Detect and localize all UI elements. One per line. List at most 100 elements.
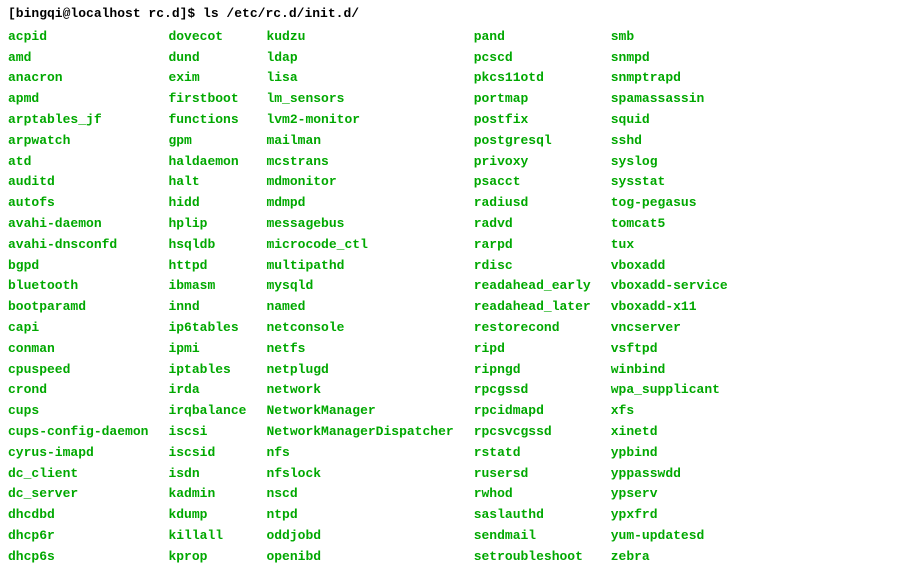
file-entry: ipmi	[168, 339, 246, 360]
file-entry: bluetooth	[8, 276, 148, 297]
file-entry: firstboot	[168, 89, 246, 110]
file-entry: radvd	[474, 214, 591, 235]
file-entry: sendmail	[474, 526, 591, 547]
file-entry: nscd	[266, 484, 453, 505]
file-entry: openibd	[266, 547, 453, 568]
file-entry: named	[266, 297, 453, 318]
file-entry: pcscd	[474, 48, 591, 69]
file-entry: rpcidmapd	[474, 401, 591, 422]
file-entry: cups	[8, 401, 148, 422]
file-entry: dhcdbd	[8, 505, 148, 526]
file-entry: functions	[168, 110, 246, 131]
file-entry: hplip	[168, 214, 246, 235]
file-entry: saslauthd	[474, 505, 591, 526]
file-entry: iscsid	[168, 443, 246, 464]
file-entry: vboxadd-x11	[611, 297, 728, 318]
file-entry: crond	[8, 380, 148, 401]
file-entry: avahi-daemon	[8, 214, 148, 235]
file-entry: autofs	[8, 193, 148, 214]
file-entry: ibmasm	[168, 276, 246, 297]
file-entry: ripngd	[474, 360, 591, 381]
file-entry: yppasswdd	[611, 464, 728, 485]
file-entry: messagebus	[266, 214, 453, 235]
file-entry: ypxfrd	[611, 505, 728, 526]
file-entry: dund	[168, 48, 246, 69]
file-entry: radiusd	[474, 193, 591, 214]
file-entry: smb	[611, 27, 728, 48]
file-entry: spamassassin	[611, 89, 728, 110]
file-entry: winbind	[611, 360, 728, 381]
file-entry: ripd	[474, 339, 591, 360]
file-entry: killall	[168, 526, 246, 547]
file-entry: arptables_jf	[8, 110, 148, 131]
file-entry: iptables	[168, 360, 246, 381]
file-entry: rpcgssd	[474, 380, 591, 401]
directory-listing: acpidamdanacronapmdarptables_jfarpwatcha…	[8, 27, 906, 568]
file-entry: rpcsvcgssd	[474, 422, 591, 443]
listing-column-0: acpidamdanacronapmdarptables_jfarpwatcha…	[8, 27, 168, 568]
file-entry: lm_sensors	[266, 89, 453, 110]
file-entry: ntpd	[266, 505, 453, 526]
file-entry: squid	[611, 110, 728, 131]
file-entry: bootparamd	[8, 297, 148, 318]
file-entry: vncserver	[611, 318, 728, 339]
file-entry: tux	[611, 235, 728, 256]
file-entry: mailman	[266, 131, 453, 152]
file-entry: pand	[474, 27, 591, 48]
file-entry: haldaemon	[168, 152, 246, 173]
file-entry: exim	[168, 68, 246, 89]
file-entry: mysqld	[266, 276, 453, 297]
file-entry: kdump	[168, 505, 246, 526]
file-entry: mdmonitor	[266, 172, 453, 193]
shell-prompt: [bingqi@localhost rc.d]$ ls /etc/rc.d/in…	[8, 4, 906, 25]
file-entry: yum-updatesd	[611, 526, 728, 547]
file-entry: auditd	[8, 172, 148, 193]
file-entry: cpuspeed	[8, 360, 148, 381]
file-entry: netconsole	[266, 318, 453, 339]
file-entry: readahead_later	[474, 297, 591, 318]
file-entry: oddjobd	[266, 526, 453, 547]
file-entry: amd	[8, 48, 148, 69]
file-entry: innd	[168, 297, 246, 318]
file-entry: network	[266, 380, 453, 401]
file-entry: sshd	[611, 131, 728, 152]
listing-column-4: smbsnmpdsnmptrapdspamassassinsquidsshdsy…	[611, 27, 728, 568]
file-entry: snmpd	[611, 48, 728, 69]
file-entry: psacct	[474, 172, 591, 193]
file-entry: xinetd	[611, 422, 728, 443]
file-entry: vsftpd	[611, 339, 728, 360]
file-entry: pkcs11otd	[474, 68, 591, 89]
file-entry: multipathd	[266, 256, 453, 277]
file-entry: netplugd	[266, 360, 453, 381]
file-entry: iscsi	[168, 422, 246, 443]
file-entry: irqbalance	[168, 401, 246, 422]
file-entry: ldap	[266, 48, 453, 69]
file-entry: lisa	[266, 68, 453, 89]
listing-column-2: kudzuldaplisalm_sensorslvm2-monitormailm…	[266, 27, 473, 568]
file-entry: microcode_ctl	[266, 235, 453, 256]
file-entry: hidd	[168, 193, 246, 214]
file-entry: rwhod	[474, 484, 591, 505]
file-entry: atd	[8, 152, 148, 173]
file-entry: sysstat	[611, 172, 728, 193]
file-entry: portmap	[474, 89, 591, 110]
file-entry: dhcp6r	[8, 526, 148, 547]
file-entry: acpid	[8, 27, 148, 48]
file-entry: kprop	[168, 547, 246, 568]
file-entry: rstatd	[474, 443, 591, 464]
file-entry: avahi-dnsconfd	[8, 235, 148, 256]
file-entry: lvm2-monitor	[266, 110, 453, 131]
file-entry: readahead_early	[474, 276, 591, 297]
file-entry: mcstrans	[266, 152, 453, 173]
file-entry: isdn	[168, 464, 246, 485]
file-entry: nfs	[266, 443, 453, 464]
file-entry: vboxadd	[611, 256, 728, 277]
file-entry: ypserv	[611, 484, 728, 505]
file-entry: wpa_supplicant	[611, 380, 728, 401]
file-entry: setroubleshoot	[474, 547, 591, 568]
file-entry: xfs	[611, 401, 728, 422]
file-entry: capi	[8, 318, 148, 339]
file-entry: anacron	[8, 68, 148, 89]
file-entry: conman	[8, 339, 148, 360]
file-entry: mdmpd	[266, 193, 453, 214]
